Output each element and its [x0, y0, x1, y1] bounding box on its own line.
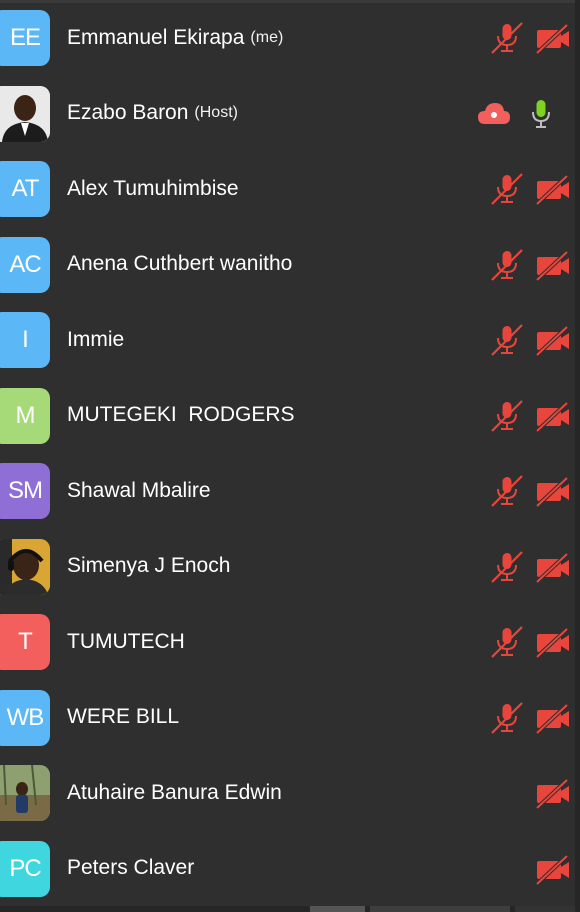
video-off-icon[interactable]	[535, 401, 571, 433]
avatar-initials: T	[18, 628, 33, 655]
avatar: AC	[0, 236, 50, 293]
avatar	[0, 765, 50, 821]
video-off-icon[interactable]	[535, 552, 571, 584]
participant-name-group: Anena Cuthbert wanitho	[67, 227, 292, 303]
participant-name: WERE BILL	[67, 705, 180, 729]
participant-name: Emmanuel Ekirapa	[67, 25, 245, 49]
scrollbar-track[interactable]	[575, 0, 580, 912]
participant-row[interactable]: AC Anena Cuthbert wanitho	[0, 227, 575, 303]
video-off-icon[interactable]	[535, 854, 571, 886]
mic-muted-icon[interactable]	[490, 474, 524, 508]
participant-role-tag: (me)	[250, 28, 284, 46]
video-off-icon[interactable]	[535, 703, 571, 735]
mic-muted-icon[interactable]	[490, 323, 524, 357]
avatar: EE	[0, 10, 50, 66]
participant-row[interactable]: I Immie	[0, 302, 575, 378]
participant-name-group: Emmanuel Ekirapa (me)	[67, 0, 283, 76]
participant-name-group: Peters Claver	[67, 831, 194, 907]
participant-row[interactable]: WB WERE BILL	[0, 680, 575, 756]
participant-name-group: MUTEGEKI RODGERS	[67, 378, 295, 454]
bottom-bar-segment	[310, 906, 365, 912]
bottom-bar-segment	[370, 906, 510, 912]
participant-row[interactable]: Atuhaire Banura Edwin	[0, 755, 575, 831]
avatar-initials: WB	[6, 703, 45, 731]
participant-name: Shawal Mbalire	[67, 478, 211, 502]
participant-name: Atuhaire Banura Edwin	[67, 780, 282, 804]
avatar: SM	[0, 463, 50, 519]
participant-row[interactable]: T TUMUTECH	[0, 604, 575, 680]
participant-row[interactable]: Ezabo Baron (Host)	[0, 76, 575, 152]
mic-muted-icon[interactable]	[490, 550, 524, 584]
mic-muted-icon[interactable]	[490, 625, 524, 659]
participant-row[interactable]: PC Peters Claver	[0, 831, 575, 907]
participant-name: Simenya J Enoch	[67, 554, 231, 578]
participant-role-tag: (Host)	[194, 104, 238, 122]
avatar: WB	[0, 689, 50, 746]
participant-name: Ezabo Baron	[67, 101, 189, 125]
avatar-initials: AC	[9, 250, 41, 278]
avatar: PC	[0, 840, 50, 897]
mic-muted-icon[interactable]	[490, 399, 524, 433]
bottom-bar	[0, 906, 580, 912]
video-off-icon[interactable]	[535, 627, 571, 659]
bottom-bar-segment	[515, 906, 575, 912]
avatar	[0, 85, 50, 142]
participant-name-group: WERE BILL	[67, 680, 179, 756]
participant-name-group: TUMUTECH	[67, 604, 185, 680]
participant-name-group: Ezabo Baron (Host)	[67, 76, 238, 152]
avatar-initials: PC	[9, 854, 41, 882]
participant-name: Immie	[67, 327, 125, 351]
participant-name: Alex Tumuhimbise	[67, 176, 239, 200]
participant-name-group: Immie	[67, 302, 124, 378]
mic-muted-icon[interactable]	[490, 248, 524, 282]
video-off-icon[interactable]	[535, 250, 571, 282]
participant-row[interactable]: Simenya J Enoch	[0, 529, 575, 605]
video-off-icon[interactable]	[535, 174, 571, 206]
mic-muted-icon[interactable]	[490, 701, 524, 735]
avatar-initials: SM	[8, 477, 43, 504]
participant-row[interactable]: AT Alex Tumuhimbise	[0, 151, 575, 227]
avatar	[0, 538, 50, 595]
avatar-initials: M	[15, 401, 36, 429]
mic-muted-icon[interactable]	[490, 21, 524, 55]
mic-muted-icon[interactable]	[490, 172, 524, 206]
video-off-icon[interactable]	[535, 476, 571, 508]
participant-name-group: Alex Tumuhimbise	[67, 151, 239, 227]
participant-name: Anena Cuthbert wanitho	[67, 252, 293, 276]
participant-name-group: Atuhaire Banura Edwin	[67, 755, 282, 831]
avatar-initials: I	[22, 326, 29, 353]
avatar: M	[0, 387, 50, 444]
avatar: T	[0, 614, 50, 670]
avatar: I	[0, 312, 50, 368]
avatar-initials: AT	[11, 175, 40, 202]
video-off-icon[interactable]	[535, 325, 571, 357]
participant-name-group: Simenya J Enoch	[67, 529, 230, 605]
video-off-icon[interactable]	[535, 23, 571, 55]
mic-on-icon[interactable]	[524, 97, 558, 131]
avatar-initials: EE	[9, 24, 41, 51]
participant-row[interactable]: EE Emmanuel Ekirapa (me)	[0, 0, 575, 76]
participant-name-group: Shawal Mbalire	[67, 453, 211, 529]
video-off-icon[interactable]	[535, 778, 571, 810]
participant-name: MUTEGEKI RODGERS	[67, 403, 295, 427]
avatar: AT	[0, 161, 50, 217]
participant-row[interactable]: M MUTEGEKI RODGERS	[0, 378, 575, 454]
participant-name: Peters Claver	[67, 856, 195, 880]
participant-name: TUMUTECH	[67, 629, 185, 653]
participant-list: EE Emmanuel Ekirapa (me) Ezabo Baron (Host)…	[0, 0, 575, 906]
participant-row[interactable]: SM Shawal Mbalire	[0, 453, 575, 529]
cloud-record-icon	[476, 100, 512, 128]
